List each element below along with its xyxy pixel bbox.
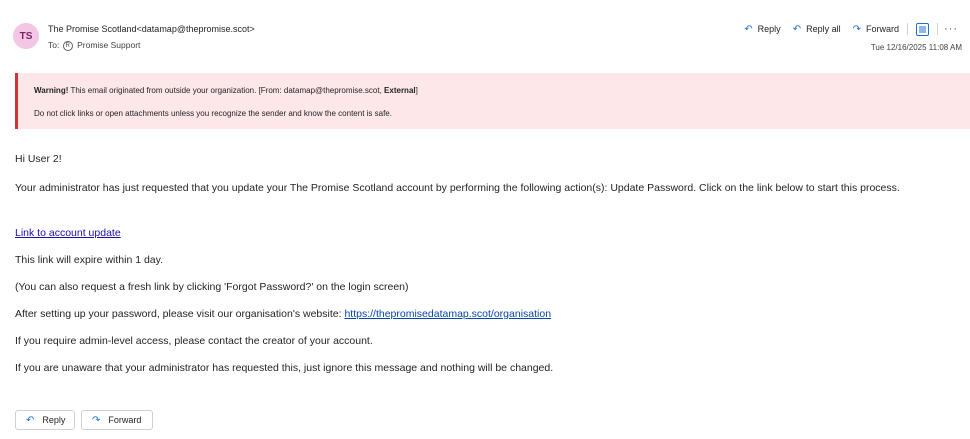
fresh-link-text: (You can also request a fresh link by cl… <box>15 281 409 293</box>
reply-all-icon: ↶ <box>792 23 802 35</box>
greeting: Hi User 2! <box>15 153 62 165</box>
warning-close: ] <box>415 86 418 95</box>
footer-reply-label: Reply <box>42 415 66 425</box>
more-options-button[interactable]: ··· <box>940 23 962 35</box>
after-setup-prefix: After setting up your password, please v… <box>15 308 345 320</box>
reply-label: Reply <box>757 24 781 34</box>
recipient-name[interactable]: Promise Support <box>77 40 140 50</box>
reply-icon: ↶ <box>26 414 35 426</box>
footer-reply-button[interactable]: ↶ Reply <box>15 410 75 430</box>
forward-icon: ↷ <box>852 23 861 35</box>
reply-button[interactable]: ↶ Reply <box>738 21 786 37</box>
reply-all-button[interactable]: ↶ Reply all <box>787 21 847 37</box>
forward-icon: ↷ <box>92 414 101 426</box>
message-actions: ↶ Reply ↶ Reply all ↷ Forward ··· <box>738 21 962 37</box>
reply-all-label: Reply all <box>806 24 841 34</box>
external-label: External <box>384 86 416 95</box>
footer-forward-label: Forward <box>108 415 142 425</box>
admin-access-text: If you require admin-level access, pleas… <box>15 335 373 347</box>
sender-name[interactable]: The Promise Scotland<datamap@thepromise.… <box>48 24 255 34</box>
reply-icon: ↶ <box>744 23 753 35</box>
warning-label: Warning! <box>34 86 69 95</box>
divider <box>907 23 908 35</box>
forward-label: Forward <box>865 24 899 34</box>
divider <box>937 23 938 35</box>
footer-forward-button[interactable]: ↷ Forward <box>81 410 153 430</box>
sender-avatar[interactable]: TS <box>13 23 39 49</box>
to-label: To: <box>48 40 60 50</box>
external-warning-banner: Warning! This email originated from outs… <box>15 73 970 129</box>
after-setup-text: After setting up your password, please v… <box>15 308 551 320</box>
recipient-line: To: R Promise Support <box>48 40 140 51</box>
expiry-text: This link will expire within 1 day. <box>15 254 164 266</box>
organisation-website-link[interactable]: https://thepromisedatamap.scot/organisat… <box>344 308 551 320</box>
message-header: TS The Promise Scotland<datamap@thepromi… <box>0 0 970 62</box>
ignore-text: If you are unaware that your administrat… <box>15 362 554 374</box>
warning-line-1: Warning! This email originated from outs… <box>34 86 418 95</box>
recipient-icon: R <box>62 40 73 51</box>
warning-line-2: Do not click links or open attachments u… <box>34 109 392 118</box>
account-update-link[interactable]: Link to account update <box>15 227 121 239</box>
message-timestamp: Tue 12/16/2025 11:08 AM <box>870 43 962 52</box>
body-paragraph: Your administrator has just requested th… <box>15 182 900 194</box>
teams-icon[interactable] <box>916 22 929 36</box>
forward-button[interactable]: ↷ Forward <box>847 21 905 37</box>
warning-text: This email originated from outside your … <box>68 86 385 95</box>
